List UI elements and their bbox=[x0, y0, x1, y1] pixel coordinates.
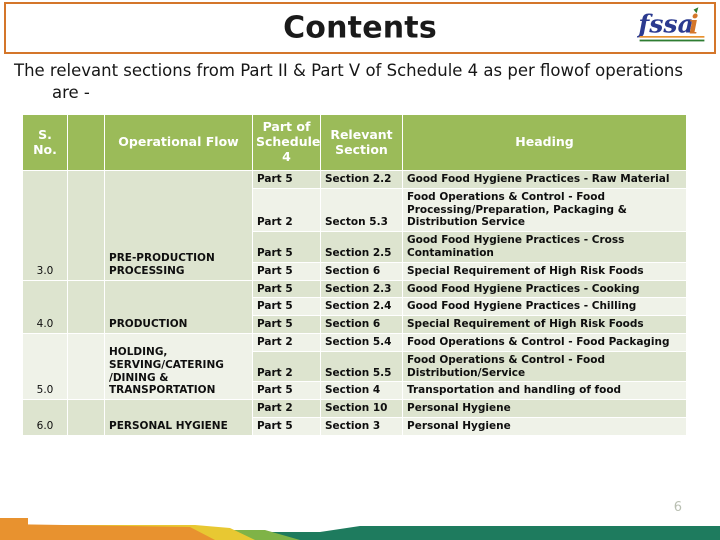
table-row: 3.0 PRE-PRODUCTION PROCESSING Part 5 Sectio… bbox=[22, 170, 687, 281]
cell-part-of-schedule: Part 5 bbox=[252, 381, 321, 401]
cell-relevant-section: Secton 5.3 bbox=[320, 187, 403, 233]
cell-heading: Good Food Hygiene Practices - Chilling bbox=[402, 297, 687, 317]
column-header-blank bbox=[67, 114, 105, 171]
cell-relevant-section: Section 2.5 bbox=[320, 231, 403, 263]
page-title: Contents bbox=[283, 10, 437, 46]
cell-spacer bbox=[67, 279, 105, 334]
subtitle-text: The relevant sections from Part II & Par… bbox=[14, 60, 708, 105]
cell-serial-number: 6.0 bbox=[22, 399, 68, 436]
table-row: 6.0 PERSONAL HYGIENE Part 2 Section 10 Perso… bbox=[22, 399, 687, 436]
cell-spacer bbox=[67, 170, 105, 281]
cell-relevant-section: Section 2.4 bbox=[320, 297, 403, 317]
column-header-relevant-section: Relevant Section bbox=[320, 114, 403, 171]
bottom-decorative-bar bbox=[0, 518, 720, 540]
cell-heading: Food Operations & Control - Food Process… bbox=[402, 187, 687, 233]
cell-part-of-schedule: Part 2 bbox=[252, 332, 321, 352]
cell-heading: Transportation and handling of food bbox=[402, 381, 687, 401]
table-header-row: S. No. Operational Flow Part of Schedule… bbox=[22, 114, 687, 171]
cell-relevant-section: Section 2.2 bbox=[320, 170, 403, 189]
cell-operational-flow: HOLDING, SERVING/CATERING /DINING & TRAN… bbox=[104, 332, 253, 401]
cell-heading: Good Food Hygiene Practices - Cross Cont… bbox=[402, 231, 687, 263]
operational-flow-table: S. No. Operational Flow Part of Schedule… bbox=[22, 114, 687, 436]
cell-part-of-schedule: Part 5 bbox=[252, 279, 321, 299]
cell-relevant-section: Section 6 bbox=[320, 315, 403, 334]
column-header-operational-flow: Operational Flow bbox=[104, 114, 253, 171]
table-body: 3.0 PRE-PRODUCTION PROCESSING Part 5 Sectio… bbox=[22, 170, 687, 436]
table-row: 4.0 PRODUCTION Part 5 Section 2.3 Good Food … bbox=[22, 279, 687, 334]
cell-serial-number: 4.0 bbox=[22, 279, 68, 334]
cell-serial-number: 5.0 bbox=[22, 332, 68, 401]
column-header-sno: S. No. bbox=[22, 114, 68, 171]
cell-relevant-section: Section 10 bbox=[320, 399, 403, 418]
cell-heading: Good Food Hygiene Practices - Cooking bbox=[402, 279, 687, 299]
cell-spacer bbox=[67, 332, 105, 401]
cell-relevant-section: Section 5.4 bbox=[320, 332, 403, 352]
cell-part-of-schedule: Part 2 bbox=[252, 399, 321, 418]
table-row: 5.0 HOLDING, SERVING/CATERING /DINING & T… bbox=[22, 332, 687, 401]
cell-part-of-schedule: Part 2 bbox=[252, 350, 321, 383]
cell-relevant-section: Section 6 bbox=[320, 261, 403, 281]
cell-operational-flow: PRE-PRODUCTION PROCESSING bbox=[104, 170, 253, 281]
cell-heading: Personal Hygiene bbox=[402, 416, 687, 436]
subtitle-line-2: are - bbox=[52, 83, 90, 103]
cell-relevant-section: Section 3 bbox=[320, 416, 403, 436]
svg-text:i: i bbox=[689, 10, 699, 41]
cell-relevant-section: Section 5.5 bbox=[320, 350, 403, 383]
cell-heading: Food Operations & Control - Food Distrib… bbox=[402, 350, 687, 383]
cell-heading: Special Requirement of High Risk Foods bbox=[402, 315, 687, 334]
column-header-part-of-schedule: Part of Schedule 4 bbox=[252, 114, 321, 171]
cell-relevant-section: Section 4 bbox=[320, 381, 403, 401]
subtitle-line-1: The relevant sections from Part II & Par… bbox=[14, 61, 683, 80]
fssai-logo-icon: fssa i bbox=[636, 7, 705, 42]
cell-part-of-schedule: Part 5 bbox=[252, 315, 321, 334]
cell-heading: Special Requirement of High Risk Foods bbox=[402, 261, 687, 281]
cell-relevant-section: Section 2.3 bbox=[320, 279, 403, 299]
cell-part-of-schedule: Part 5 bbox=[252, 416, 321, 436]
slide-title-frame: Contents bbox=[4, 2, 716, 54]
cell-heading: Personal Hygiene bbox=[402, 399, 687, 418]
cell-serial-number: 3.0 bbox=[22, 170, 68, 281]
cell-heading: Food Operations & Control - Food Packagi… bbox=[402, 332, 687, 352]
cell-part-of-schedule: Part 5 bbox=[252, 261, 321, 281]
cell-part-of-schedule: Part 5 bbox=[252, 231, 321, 263]
cell-spacer bbox=[67, 399, 105, 436]
cell-operational-flow: PERSONAL HYGIENE bbox=[104, 399, 253, 436]
cell-heading: Good Food Hygiene Practices - Raw Materi… bbox=[402, 170, 687, 189]
cell-part-of-schedule: Part 2 bbox=[252, 187, 321, 233]
page-number: 6 bbox=[673, 500, 682, 515]
cell-part-of-schedule: Part 5 bbox=[252, 170, 321, 189]
svg-text:fssa: fssa bbox=[636, 8, 694, 38]
cell-operational-flow: PRODUCTION bbox=[104, 279, 253, 334]
cell-part-of-schedule: Part 5 bbox=[252, 297, 321, 317]
column-header-heading: Heading bbox=[402, 114, 687, 171]
